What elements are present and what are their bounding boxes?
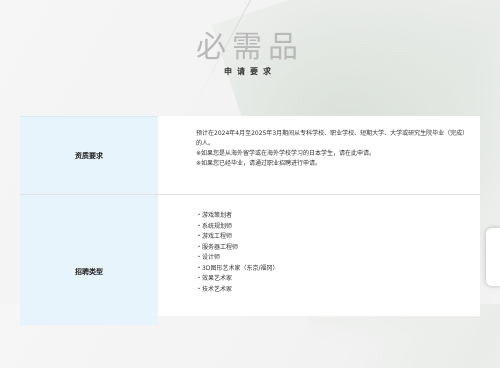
list-item: ・游戏策划者 — [196, 212, 233, 219]
page-subtitle: 申请要求 — [224, 67, 276, 76]
list-item: ・系统规划师 — [196, 222, 233, 230]
job-types-list: ・游戏策划者 ・系统规划师 ・游戏工程师 ・服务器工程师 ・设计师 ・3D图形艺… — [158, 195, 480, 325]
page-title: 必需品 — [196, 30, 304, 65]
side-floating-tab[interactable] — [486, 228, 500, 286]
job-types-label: 招聘类型 — [20, 195, 158, 325]
list-item: ・设计师 — [196, 254, 221, 261]
requirements-table: 资质要求 预计在2024年4月至2025年3月期间从专科学校、职业学校、短期大学… — [20, 116, 480, 325]
list-item: ・效果艺术家 — [196, 275, 233, 282]
qualification-note: ※如果您已经毕业，请通过职业招聘进行申请。 — [196, 160, 322, 167]
qualification-note: ※如果您是从海外留学或在海外学校学习的日本学生，请在此申请。 — [196, 150, 376, 157]
qualifications-content: 预计在2024年4月至2025年3月期间从专科学校、职业学校、短期大学、大学或研… — [158, 116, 480, 194]
list-item: ・3D图形艺术家（东京/福冈） — [196, 264, 279, 272]
list-item: ・服务器工程师 — [196, 243, 239, 251]
table-row-job-types: 招聘类型 ・游戏策划者 ・系统规划师 ・游戏工程师 ・服务器工程师 ・设计师 ・… — [20, 195, 480, 325]
list-item: ・游戏工程师 — [196, 233, 233, 240]
qualification-line: 预计在2024年4月至2025年3月期间从专科学校、职业学校、短期大学、大学或研… — [196, 130, 466, 147]
table-row-qualifications: 资质要求 预计在2024年4月至2025年3月期间从专科学校、职业学校、短期大学… — [20, 116, 480, 195]
list-item: ・技术艺术家 — [196, 285, 233, 293]
qualifications-label: 资质要求 — [20, 116, 158, 194]
